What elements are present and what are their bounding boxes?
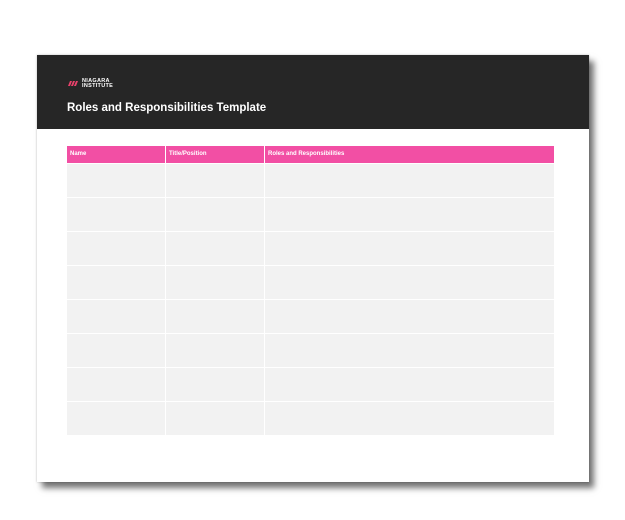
niagara-institute-logo: NIAGARA INSTITUTE <box>68 78 114 89</box>
title-position-cell[interactable] <box>166 300 265 333</box>
table-row <box>67 265 554 299</box>
name-cell[interactable] <box>67 164 166 197</box>
name-cell[interactable] <box>67 368 166 401</box>
table-row <box>67 299 554 333</box>
table-row <box>67 231 554 265</box>
title-position-cell[interactable] <box>166 164 265 197</box>
page-title: Roles and Responsibilities Template <box>67 102 267 114</box>
roles-table: Name Title/Position Roles and Responsibi… <box>67 146 554 435</box>
roles-cell[interactable] <box>265 266 554 299</box>
name-cell[interactable] <box>67 402 166 435</box>
table-row <box>67 333 554 367</box>
table-header-row: Name Title/Position Roles and Responsibi… <box>67 146 554 163</box>
title-position-cell[interactable] <box>166 232 265 265</box>
name-cell[interactable] <box>67 334 166 367</box>
logo-text: NIAGARA INSTITUTE <box>82 78 114 89</box>
title-position-cell[interactable] <box>166 266 265 299</box>
name-cell[interactable] <box>67 198 166 231</box>
table-row <box>67 401 554 435</box>
title-position-cell[interactable] <box>166 402 265 435</box>
roles-cell[interactable] <box>265 402 554 435</box>
column-header-title-position: Title/Position <box>166 146 265 163</box>
roles-cell[interactable] <box>265 300 554 333</box>
table-row <box>67 163 554 197</box>
logo-line-2: INSTITUTE <box>82 83 114 89</box>
logo-stripes-icon <box>68 81 78 86</box>
title-position-cell[interactable] <box>166 198 265 231</box>
name-cell[interactable] <box>67 266 166 299</box>
roles-cell[interactable] <box>265 232 554 265</box>
template-page: NIAGARA INSTITUTE Roles and Responsibili… <box>37 55 589 482</box>
table-row <box>67 367 554 401</box>
roles-cell[interactable] <box>265 334 554 367</box>
table-row <box>67 197 554 231</box>
column-header-name: Name <box>67 146 166 163</box>
document-header: NIAGARA INSTITUTE Roles and Responsibili… <box>37 55 589 129</box>
name-cell[interactable] <box>67 300 166 333</box>
name-cell[interactable] <box>67 232 166 265</box>
column-header-roles-responsibilities: Roles and Responsibilities <box>268 151 345 157</box>
title-position-cell[interactable] <box>166 334 265 367</box>
title-position-cell[interactable] <box>166 368 265 401</box>
roles-cell[interactable] <box>265 198 554 231</box>
roles-cell[interactable] <box>265 368 554 401</box>
roles-cell[interactable] <box>265 164 554 197</box>
